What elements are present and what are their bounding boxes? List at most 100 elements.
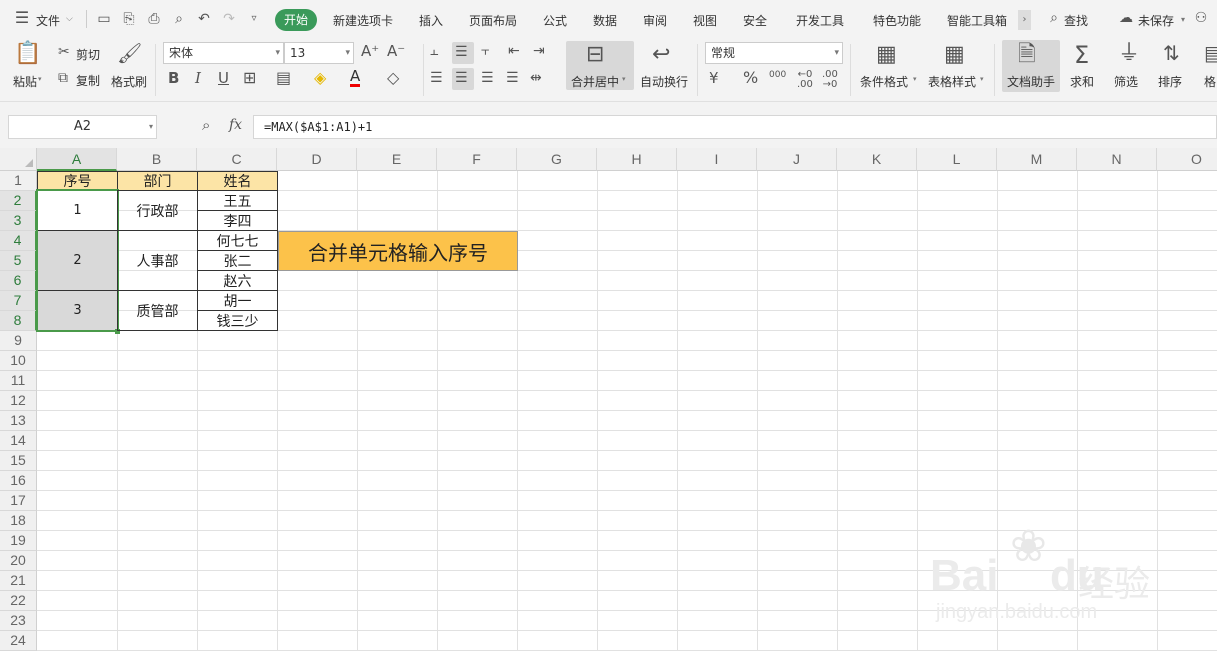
increase-decimal-icon[interactable]: ←0.00	[797, 70, 813, 90]
header-cell-seq[interactable]: 序号	[37, 171, 118, 191]
row-header-3[interactable]: 3	[0, 211, 37, 231]
tab-data[interactable]: 数据	[593, 12, 617, 29]
format-icon[interactable]: ▤	[1204, 43, 1217, 63]
header-cell-dept[interactable]: 部门	[117, 171, 198, 191]
row-header-8[interactable]: 8	[0, 311, 37, 331]
header-cell-name[interactable]: 姓名	[197, 171, 278, 191]
row-header-21[interactable]: 21	[0, 571, 37, 591]
row-header-5[interactable]: 5	[0, 251, 37, 271]
doc-assistant-icon[interactable]: 🗎	[1018, 44, 1036, 66]
spreadsheet-grid[interactable]: ABCDEFGHIJKLMNO 1 2 3 4 5 6 7 8 9 10 11 12 13 14 15 16 1…	[0, 148, 1217, 651]
column-header-i[interactable]: I	[677, 148, 757, 171]
align-left-icon[interactable]: ☰	[430, 71, 443, 85]
merge-center-button[interactable]: 合并居中	[571, 73, 619, 90]
dept-cell[interactable]: 质管部	[117, 290, 198, 331]
tab-smart-toolbox[interactable]: 智能工具箱	[947, 12, 1007, 29]
name-cell[interactable]: 李四	[197, 210, 278, 231]
underline-button[interactable]: U	[218, 71, 229, 86]
bold-button[interactable]: B	[168, 71, 179, 86]
row-header-24[interactable]: 24	[0, 631, 37, 651]
decrease-font-icon[interactable]: A⁻	[387, 44, 405, 59]
column-header-a[interactable]: A	[37, 148, 117, 171]
tab-new-tab[interactable]: 新建选项卡	[333, 12, 393, 29]
filter-button[interactable]: 筛选	[1114, 73, 1138, 90]
tab-features[interactable]: 特色功能	[873, 12, 921, 29]
name-cell[interactable]: 赵六	[197, 270, 278, 291]
column-header-n[interactable]: N	[1077, 148, 1157, 171]
row-header-15[interactable]: 15	[0, 451, 37, 471]
chevron-down-icon[interactable]: ⌵	[66, 14, 73, 24]
align-middle-icon[interactable]: ☰	[455, 45, 468, 59]
borders-icon[interactable]: ⊞	[243, 70, 256, 86]
align-center-icon[interactable]: ☰	[455, 71, 468, 85]
align-right-icon[interactable]: ☰	[481, 71, 494, 85]
column-header-f[interactable]: F	[437, 148, 517, 171]
search-button[interactable]: 查找	[1064, 12, 1088, 29]
cut-button[interactable]: 剪切	[76, 46, 100, 63]
row-header-23[interactable]: 23	[0, 611, 37, 631]
conditional-format-button[interactable]: 条件格式	[860, 73, 908, 90]
undo-icon[interactable]: ↶	[196, 11, 212, 27]
row-header-7[interactable]: 7	[0, 291, 37, 311]
row-header-4[interactable]: 4	[0, 231, 37, 251]
copy-icon[interactable]: ⧉	[58, 71, 68, 85]
print-preview-icon[interactable]: ⌕	[171, 11, 187, 27]
filter-icon[interactable]: ⏚	[1118, 43, 1140, 65]
name-cell[interactable]: 王五	[197, 190, 278, 211]
customize-toolbar-icon[interactable]: ▿	[246, 11, 262, 27]
tab-formulas[interactable]: 公式	[543, 12, 567, 29]
dept-cell[interactable]: 行政部	[117, 190, 198, 231]
tab-insert[interactable]: 插入	[419, 12, 443, 29]
tab-review[interactable]: 审阅	[643, 12, 667, 29]
row-header-20[interactable]: 20	[0, 551, 37, 571]
tab-start[interactable]: 开始	[275, 9, 317, 31]
align-top-icon[interactable]: ⫠	[430, 44, 438, 58]
hamburger-menu-icon[interactable]: ☰	[14, 10, 30, 26]
row-header-18[interactable]: 18	[0, 511, 37, 531]
file-menu[interactable]: 文件	[36, 12, 60, 29]
format-painter-icon[interactable]: 🖌	[117, 43, 142, 63]
fill-color-icon[interactable]: ◈	[314, 70, 326, 86]
wrap-text-icon[interactable]: ↩	[652, 44, 670, 66]
column-header-e[interactable]: E	[357, 148, 437, 171]
dept-cell[interactable]: 人事部	[117, 230, 198, 291]
row-header-13[interactable]: 13	[0, 411, 37, 431]
tab-developer[interactable]: 开发工具	[796, 12, 844, 29]
row-header-6[interactable]: 6	[0, 271, 37, 291]
row-header-14[interactable]: 14	[0, 431, 37, 451]
name-cell[interactable]: 胡一	[197, 290, 278, 311]
column-header-h[interactable]: H	[597, 148, 677, 171]
row-header-17[interactable]: 17	[0, 491, 37, 511]
sort-icon[interactable]: ⇅	[1163, 43, 1180, 63]
row-header-16[interactable]: 16	[0, 471, 37, 491]
share-user-icon[interactable]: ⚇	[1193, 10, 1209, 26]
column-header-k[interactable]: K	[837, 148, 917, 171]
doc-assistant-button[interactable]: 文档助手	[1007, 73, 1055, 90]
tab-page-layout[interactable]: 页面布局	[469, 12, 517, 29]
decrease-indent-icon[interactable]: ⇤	[508, 44, 520, 58]
column-header-c[interactable]: C	[197, 148, 277, 171]
clear-format-icon[interactable]: ◇	[387, 70, 399, 86]
tab-security[interactable]: 安全	[743, 12, 767, 29]
paste-icon[interactable]: 📋	[14, 43, 41, 65]
paste-button[interactable]: 粘贴	[13, 73, 37, 90]
fill-pattern-icon[interactable]: ▤	[276, 70, 291, 86]
column-header-l[interactable]: L	[917, 148, 997, 171]
row-header-11[interactable]: 11	[0, 371, 37, 391]
scissors-icon[interactable]: ✂	[58, 45, 70, 59]
export-icon[interactable]: ⎘	[121, 11, 137, 27]
name-cell[interactable]: 何七七	[197, 230, 278, 251]
currency-icon[interactable]: ¥	[709, 71, 719, 86]
tab-view[interactable]: 视图	[693, 12, 717, 29]
row-header-2[interactable]: 2	[0, 191, 37, 211]
row-header-1[interactable]: 1	[0, 171, 37, 191]
column-header-m[interactable]: M	[997, 148, 1077, 171]
name-cell[interactable]: 张二	[197, 250, 278, 271]
fx-button[interactable]: fx	[229, 118, 242, 132]
percent-button[interactable]: %	[743, 70, 758, 86]
row-header-10[interactable]: 10	[0, 351, 37, 371]
column-header-d[interactable]: D	[277, 148, 357, 171]
justify-icon[interactable]: ☰	[506, 71, 519, 85]
merge-cells-icon[interactable]: ⊟	[586, 44, 604, 66]
italic-button[interactable]: I	[195, 71, 201, 86]
